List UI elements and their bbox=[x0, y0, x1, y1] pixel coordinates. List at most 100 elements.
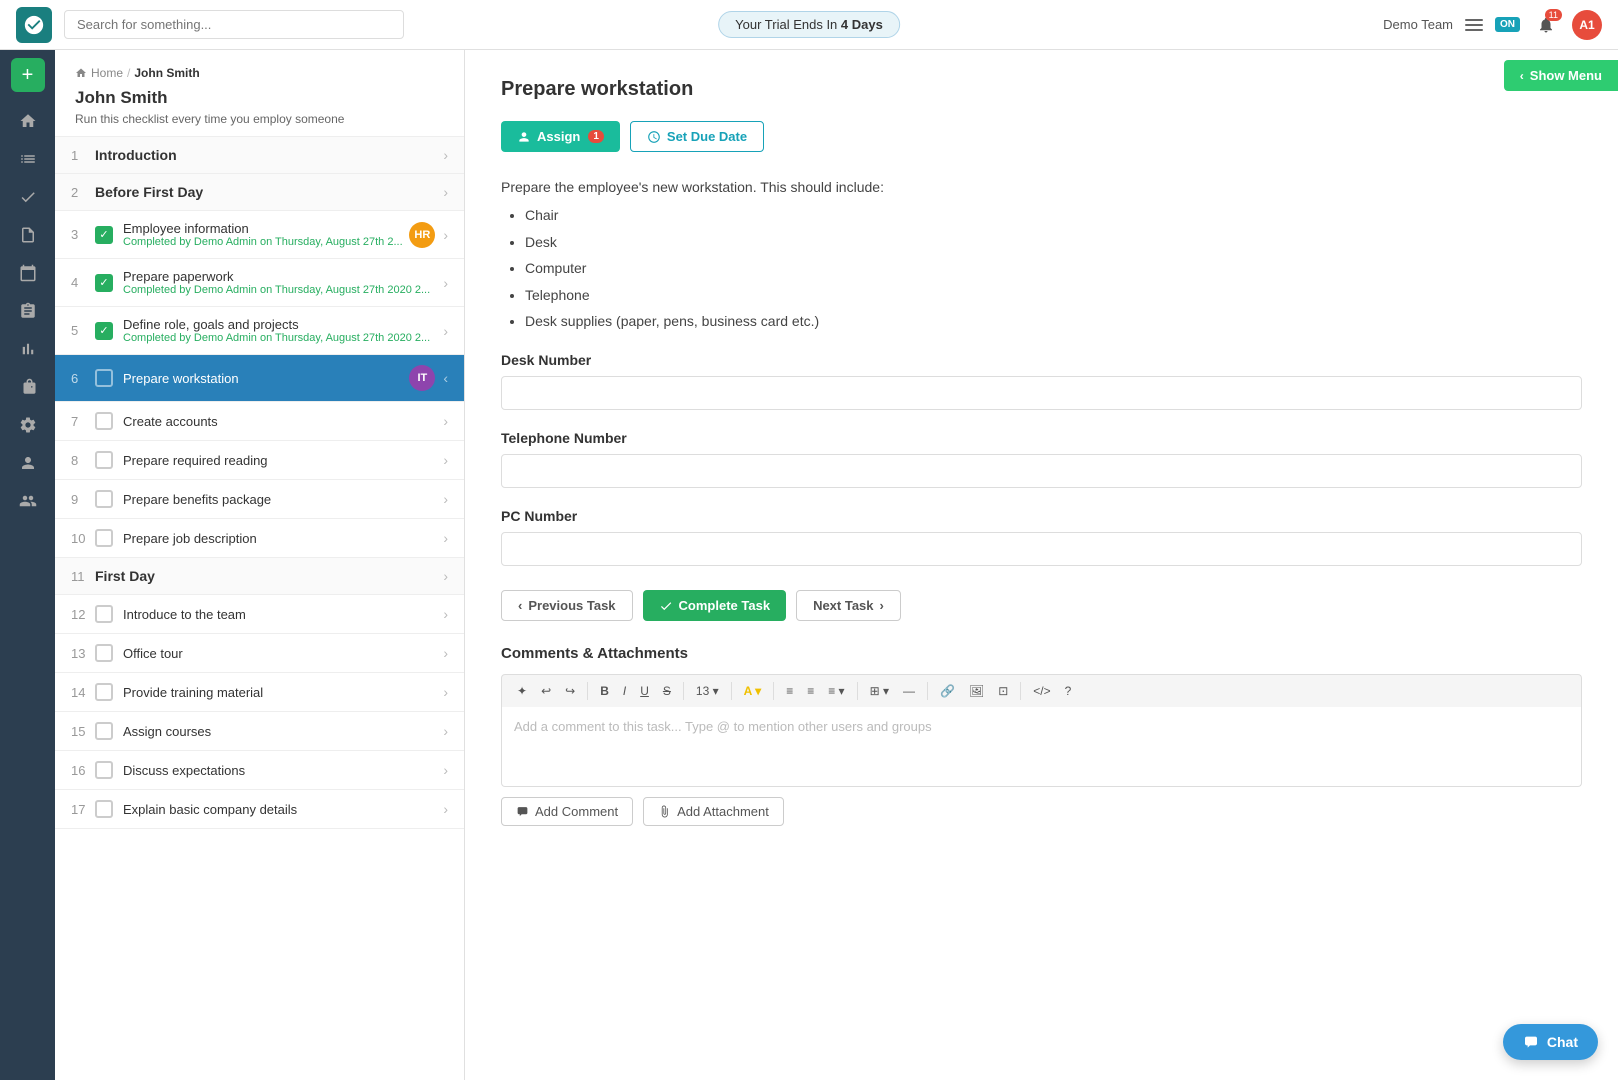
task-name-12: Introduce to the team bbox=[123, 607, 443, 622]
team-name: Demo Team bbox=[1383, 17, 1453, 32]
comment-actions: Add Comment Add Attachment bbox=[501, 797, 1582, 826]
set-due-date-button[interactable]: Set Due Date bbox=[630, 121, 764, 152]
settings-icon[interactable] bbox=[1465, 19, 1483, 31]
add-button[interactable]: + bbox=[11, 58, 45, 92]
task-name-15: Assign courses bbox=[123, 724, 443, 739]
comments-title: Comments & Attachments bbox=[501, 645, 1582, 662]
task-checkbox-6[interactable] bbox=[95, 369, 113, 387]
task-checkbox-5[interactable] bbox=[95, 322, 113, 340]
task-name-5: Define role, goals and projects bbox=[123, 317, 443, 332]
pc-number-input[interactable] bbox=[501, 532, 1582, 566]
editor-embed[interactable]: ⊡ bbox=[993, 681, 1013, 701]
editor-code[interactable]: </> bbox=[1028, 681, 1055, 701]
comments-section: Comments & Attachments ✦ ↩ ↪ B I U S 13 … bbox=[501, 645, 1582, 826]
task-item-16[interactable]: 16 Discuss expectations › bbox=[55, 751, 464, 790]
section-introduction[interactable]: 1 Introduction › bbox=[55, 137, 464, 174]
sidebar-icon-clipboard[interactable] bbox=[11, 294, 45, 328]
editor-color[interactable]: A ▾ bbox=[739, 681, 767, 701]
task-list-item: Desk supplies (paper, pens, business car… bbox=[525, 310, 1582, 332]
task-item-8[interactable]: 8 Prepare required reading › bbox=[55, 441, 464, 480]
editor-strikethrough[interactable]: S bbox=[658, 681, 676, 701]
task-item-5[interactable]: 5 Define role, goals and projects Comple… bbox=[55, 307, 464, 355]
main-content: ‹ Show Menu Prepare workstation Assign 1… bbox=[465, 50, 1618, 1080]
editor-undo[interactable]: ↩ bbox=[536, 681, 556, 701]
trial-banner: Your Trial Ends In 4 Days bbox=[718, 11, 900, 38]
editor-magic[interactable]: ✦ bbox=[512, 681, 532, 701]
task-item-3[interactable]: 3 Employee information Completed by Demo… bbox=[55, 211, 464, 259]
notification-bell[interactable]: 11 bbox=[1532, 11, 1560, 39]
task-item-7[interactable]: 7 Create accounts › bbox=[55, 402, 464, 441]
chat-button[interactable]: Chat bbox=[1503, 1024, 1598, 1060]
editor-align[interactable]: ≡ ▾ bbox=[823, 681, 849, 701]
task-checkbox-8[interactable] bbox=[95, 451, 113, 469]
pc-number-label: PC Number bbox=[501, 508, 1582, 524]
task-checkbox-7[interactable] bbox=[95, 412, 113, 430]
search-input[interactable] bbox=[64, 10, 404, 39]
assign-button[interactable]: Assign 1 bbox=[501, 121, 620, 152]
task-item-12[interactable]: 12 Introduce to the team › bbox=[55, 595, 464, 634]
task-checkbox-12[interactable] bbox=[95, 605, 113, 623]
task-checkbox-17[interactable] bbox=[95, 800, 113, 818]
task-checkbox-4[interactable] bbox=[95, 274, 113, 292]
pc-number-group: PC Number bbox=[501, 508, 1582, 566]
editor-bold[interactable]: B bbox=[595, 681, 614, 701]
add-comment-button[interactable]: Add Comment bbox=[501, 797, 633, 826]
task-name-4: Prepare paperwork bbox=[123, 269, 443, 284]
task-checkbox-14[interactable] bbox=[95, 683, 113, 701]
task-item-14[interactable]: 14 Provide training material › bbox=[55, 673, 464, 712]
editor-ol[interactable]: ≡ bbox=[802, 681, 819, 701]
task-item-4[interactable]: 4 Prepare paperwork Completed by Demo Ad… bbox=[55, 259, 464, 307]
show-menu-button[interactable]: ‹ Show Menu bbox=[1504, 60, 1618, 91]
sidebar-icon-person[interactable] bbox=[11, 446, 45, 480]
editor-hr[interactable]: — bbox=[898, 681, 920, 701]
editor-ul[interactable]: ≡ bbox=[781, 681, 798, 701]
task-checkbox-3[interactable] bbox=[95, 226, 113, 244]
task-item-13[interactable]: 13 Office tour › bbox=[55, 634, 464, 673]
desk-number-input[interactable] bbox=[501, 376, 1582, 410]
desk-number-label: Desk Number bbox=[501, 352, 1582, 368]
task-name-17: Explain basic company details bbox=[123, 802, 443, 817]
sidebar-icon-document[interactable] bbox=[11, 218, 45, 252]
complete-task-button[interactable]: Complete Task bbox=[643, 590, 787, 621]
editor-help[interactable]: ? bbox=[1060, 681, 1077, 701]
editor-image[interactable]: 🖼 bbox=[964, 681, 989, 701]
user-avatar[interactable]: A1 bbox=[1572, 10, 1602, 40]
sidebar-icon-chart[interactable] bbox=[11, 332, 45, 366]
sidebar-icon-briefcase[interactable] bbox=[11, 370, 45, 404]
editor-table[interactable]: ⊞ ▾ bbox=[865, 681, 894, 701]
task-checkbox-15[interactable] bbox=[95, 722, 113, 740]
editor-redo[interactable]: ↪ bbox=[560, 681, 580, 701]
previous-task-button[interactable]: ‹ Previous Task bbox=[501, 590, 633, 621]
add-attachment-button[interactable]: Add Attachment bbox=[643, 797, 784, 826]
task-item-10[interactable]: 10 Prepare job description › bbox=[55, 519, 464, 558]
next-task-button[interactable]: Next Task › bbox=[796, 590, 901, 621]
section-before-first-day[interactable]: 2 Before First Day › bbox=[55, 174, 464, 211]
sidebar-icon-list[interactable] bbox=[11, 142, 45, 176]
sidebar-icon-group[interactable] bbox=[11, 484, 45, 518]
task-item-15[interactable]: 15 Assign courses › bbox=[55, 712, 464, 751]
task-checkbox-10[interactable] bbox=[95, 529, 113, 547]
sidebar: + bbox=[0, 50, 55, 1080]
sidebar-icon-check[interactable] bbox=[11, 180, 45, 214]
telephone-number-label: Telephone Number bbox=[501, 430, 1582, 446]
editor-underline[interactable]: U bbox=[635, 681, 654, 701]
task-checkbox-9[interactable] bbox=[95, 490, 113, 508]
sidebar-icon-settings[interactable] bbox=[11, 408, 45, 442]
task-item-9[interactable]: 9 Prepare benefits package › bbox=[55, 480, 464, 519]
task-title: Prepare workstation bbox=[501, 78, 1582, 101]
section-first-day[interactable]: 11 First Day › bbox=[55, 558, 464, 595]
editor-italic[interactable]: I bbox=[618, 681, 631, 701]
checklist-list: 1 Introduction › 2 Before First Day › 3 … bbox=[55, 137, 464, 1080]
nav-buttons: ‹ Previous Task Complete Task Next Task … bbox=[501, 590, 1582, 621]
telephone-number-input[interactable] bbox=[501, 454, 1582, 488]
sidebar-icon-calendar[interactable] bbox=[11, 256, 45, 290]
task-item-17[interactable]: 17 Explain basic company details › bbox=[55, 790, 464, 829]
editor-font-size[interactable]: 13 ▾ bbox=[691, 681, 724, 701]
task-item-6[interactable]: 6 Prepare workstation IT ‹ bbox=[55, 355, 464, 402]
editor-link[interactable]: 🔗 bbox=[935, 681, 960, 701]
breadcrumb-home[interactable]: Home bbox=[91, 66, 123, 80]
sidebar-icon-home[interactable] bbox=[11, 104, 45, 138]
task-checkbox-13[interactable] bbox=[95, 644, 113, 662]
editor-area[interactable]: Add a comment to this task... Type @ to … bbox=[501, 707, 1582, 787]
task-checkbox-16[interactable] bbox=[95, 761, 113, 779]
